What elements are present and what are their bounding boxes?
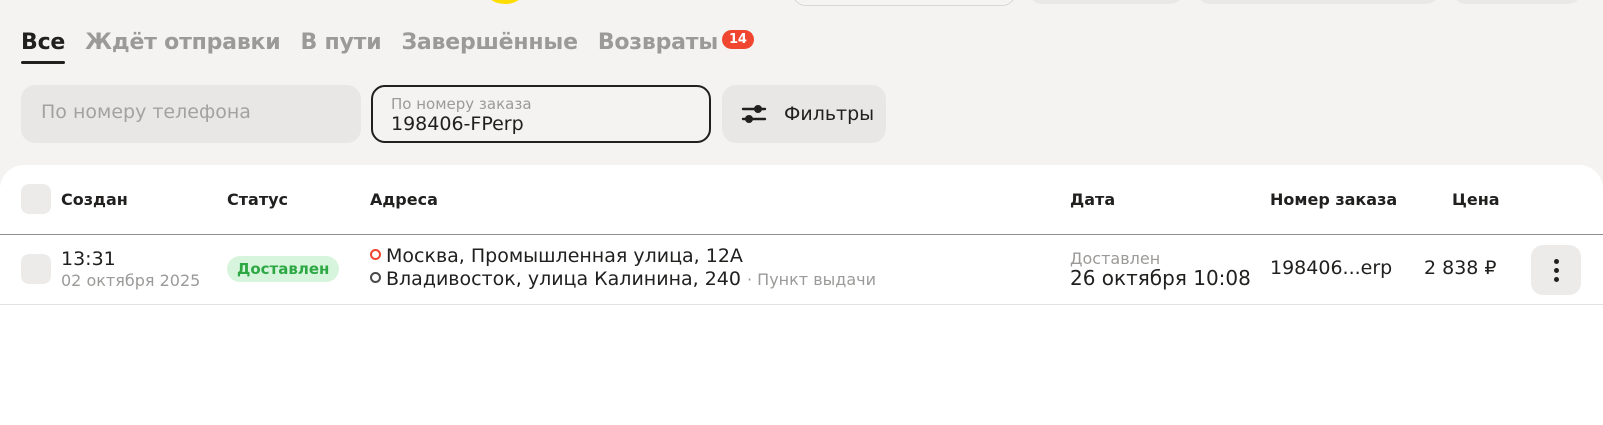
- tab-awaiting-shipment[interactable]: Ждёт отправки: [85, 30, 281, 55]
- top-button-3[interactable]: [1452, 0, 1582, 4]
- column-header-order-number[interactable]: Номер заказа: [1270, 190, 1397, 209]
- phone-search-input[interactable]: По номеру телефона: [21, 85, 361, 143]
- top-search-pill[interactable]: [792, 0, 1016, 6]
- select-all-checkbox[interactable]: [21, 184, 51, 214]
- tab-completed[interactable]: Завершённые: [401, 30, 578, 55]
- address-from: Москва, Промышленная улица, 12А: [370, 245, 743, 267]
- status-tabs: Все Ждёт отправки В пути Завершённые Воз…: [21, 30, 774, 64]
- order-number-input[interactable]: По номеру заказа 198406-FPerp: [371, 85, 711, 143]
- top-button-2[interactable]: [1196, 0, 1440, 4]
- column-header-price[interactable]: Цена: [1452, 190, 1500, 209]
- phone-search-placeholder: По номеру телефона: [41, 101, 251, 123]
- tab-in-transit[interactable]: В пути: [301, 30, 382, 55]
- column-header-date[interactable]: Дата: [1070, 190, 1115, 209]
- order-price: 2 838 ₽: [1424, 257, 1497, 279]
- address-from-text: Москва, Промышленная улица, 12А: [386, 245, 743, 267]
- order-number-label: По номеру заказа: [391, 95, 532, 113]
- created-time: 13:31: [61, 248, 116, 270]
- order-number-value: 198406-FPerp: [391, 113, 524, 135]
- row-divider: [0, 304, 1603, 305]
- origin-dot-icon: [370, 249, 381, 260]
- address-to-text: Владивосток, улица Калинина, 240: [386, 268, 741, 290]
- column-header-status[interactable]: Статус: [227, 190, 288, 209]
- column-header-addresses[interactable]: Адреса: [370, 190, 438, 209]
- row-checkbox[interactable]: [21, 254, 51, 284]
- status-badge: Доставлен: [227, 256, 340, 282]
- tab-returns-label: Возвраты: [597, 30, 719, 55]
- returns-count-badge: 14: [722, 30, 754, 49]
- pickup-point-note: · Пункт выдачи: [746, 270, 876, 289]
- filters-button[interactable]: Фильтры: [722, 85, 886, 143]
- top-button-1[interactable]: [1028, 0, 1184, 4]
- sliders-icon: [741, 105, 767, 123]
- order-number[interactable]: 198406...erp: [1270, 257, 1392, 279]
- tab-returns[interactable]: Возвраты 14: [598, 30, 754, 55]
- header-divider: [0, 234, 1603, 235]
- filters-button-label: Фильтры: [784, 103, 875, 125]
- destination-dot-icon: [370, 272, 381, 283]
- logo[interactable]: [482, 0, 528, 4]
- more-vertical-icon-dot: [1553, 267, 1559, 273]
- date-value: 26 октября 10:08: [1070, 266, 1251, 290]
- address-to: Владивосток, улица Калинина, 240 · Пункт …: [370, 268, 876, 290]
- tab-all[interactable]: Все: [21, 30, 65, 64]
- more-vertical-icon: [1553, 258, 1559, 264]
- column-header-created[interactable]: Создан: [61, 190, 128, 209]
- more-vertical-icon-dot: [1553, 276, 1559, 282]
- row-more-button[interactable]: [1531, 245, 1581, 295]
- created-date: 02 октября 2025: [61, 271, 201, 290]
